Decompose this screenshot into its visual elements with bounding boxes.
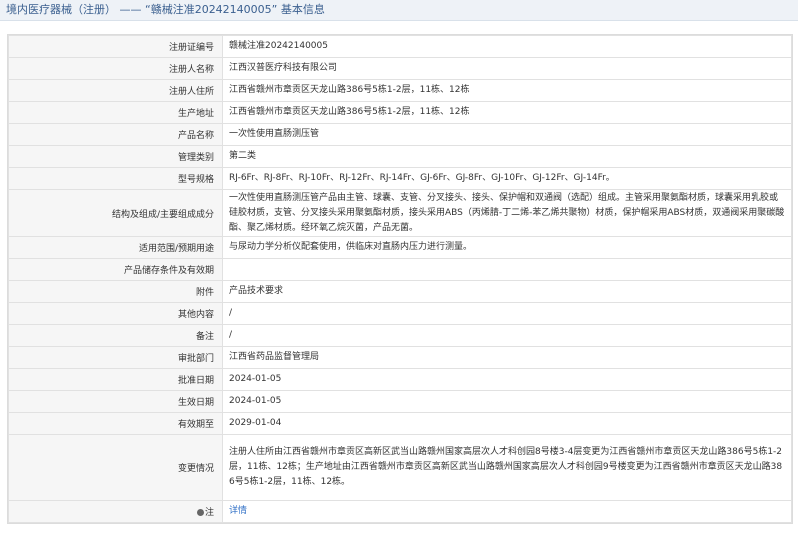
value-note: 详情: [222, 500, 792, 523]
label-registrant-address: 注册人住所: [8, 79, 223, 102]
value-change-history: 注册人住所由江西省赣州市章贡区高新区武当山路赣州国家高层次人才科创园8号楼3-4…: [222, 434, 792, 501]
row-effective-date: 生效日期 2024-01-05: [8, 390, 792, 413]
label-model-spec: 型号规格: [8, 167, 223, 190]
label-intended-use: 适用范围/预期用途: [8, 236, 223, 259]
label-storage-validity: 产品储存条件及有效期: [8, 258, 223, 281]
row-valid-until: 有效期至 2029-01-04: [8, 412, 792, 435]
row-product-name: 产品名称 一次性使用直肠测压管: [8, 123, 792, 146]
value-approval-date: 2024-01-05: [222, 368, 792, 391]
label-remarks: 备注: [8, 324, 223, 347]
info-table: 注册证编号 赣械注准20242140005 注册人名称 江西汉普医疗科技有限公司…: [8, 35, 792, 523]
page-title: 境内医疗器械（注册） —— “赣械注准20242140005” 基本信息: [6, 3, 325, 16]
row-structure-composition: 结构及组成/主要组成成分 一次性使用直肠测压管产品由主管、球囊、支管、分叉接头、…: [8, 189, 792, 237]
value-registration-number: 赣械注准20242140005: [222, 35, 792, 58]
label-valid-until: 有效期至: [8, 412, 223, 435]
value-approval-department: 江西省药品监督管理局: [222, 346, 792, 369]
value-remarks: /: [222, 324, 792, 347]
bell-icon: [196, 509, 204, 516]
value-management-category: 第二类: [222, 145, 792, 168]
row-storage-validity: 产品储存条件及有效期: [8, 258, 792, 281]
value-product-name: 一次性使用直肠测压管: [222, 123, 792, 146]
row-registration-number: 注册证编号 赣械注准20242140005: [8, 35, 792, 58]
page: 境内医疗器械（注册） —— “赣械注准20242140005” 基本信息 注册证…: [0, 0, 798, 534]
row-management-category: 管理类别 第二类: [8, 145, 792, 168]
value-storage-validity: [222, 258, 792, 281]
details-link[interactable]: 详情: [229, 506, 247, 516]
label-note: 注: [8, 500, 223, 523]
value-production-address: 江西省赣州市章贡区天龙山路386号5栋1-2层，11栋、12栋: [222, 101, 792, 124]
info-table-wrapper: 注册证编号 赣械注准20242140005 注册人名称 江西汉普医疗科技有限公司…: [7, 34, 793, 524]
value-other-content: /: [222, 302, 792, 325]
value-effective-date: 2024-01-05: [222, 390, 792, 413]
row-registrant-address: 注册人住所 江西省赣州市章贡区天龙山路386号5栋1-2层，11栋、12栋: [8, 79, 792, 102]
row-attachment: 附件 产品技术要求: [8, 280, 792, 303]
note-label: 注: [204, 508, 214, 518]
value-registrant-address: 江西省赣州市章贡区天龙山路386号5栋1-2层，11栋、12栋: [222, 79, 792, 102]
label-attachment: 附件: [8, 280, 223, 303]
value-valid-until: 2029-01-04: [222, 412, 792, 435]
label-effective-date: 生效日期: [8, 390, 223, 413]
label-approval-department: 审批部门: [8, 346, 223, 369]
row-model-spec: 型号规格 RJ-6Fr、RJ-8Fr、RJ-10Fr、RJ-12Fr、RJ-14…: [8, 167, 792, 190]
label-other-content: 其他内容: [8, 302, 223, 325]
value-intended-use: 与尿动力学分析仪配套使用，供临床对直肠内压力进行测量。: [222, 236, 792, 259]
label-production-address: 生产地址: [8, 101, 223, 124]
label-structure-composition: 结构及组成/主要组成成分: [8, 189, 223, 237]
header-bar: 境内医疗器械（注册） —— “赣械注准20242140005” 基本信息: [0, 0, 798, 21]
label-approval-date: 批准日期: [8, 368, 223, 391]
row-intended-use: 适用范围/预期用途 与尿动力学分析仪配套使用，供临床对直肠内压力进行测量。: [8, 236, 792, 259]
value-attachment: 产品技术要求: [222, 280, 792, 303]
label-management-category: 管理类别: [8, 145, 223, 168]
value-structure-composition: 一次性使用直肠测压管产品由主管、球囊、支管、分叉接头、接头、保护帽和双通阀（选配…: [222, 189, 792, 237]
label-registrant-name: 注册人名称: [8, 57, 223, 80]
row-remarks: 备注 /: [8, 324, 792, 347]
row-other-content: 其他内容 /: [8, 302, 792, 325]
row-note: 注 详情: [8, 500, 792, 523]
row-approval-department: 审批部门 江西省药品监督管理局: [8, 346, 792, 369]
row-change-history: 变更情况 注册人住所由江西省赣州市章贡区高新区武当山路赣州国家高层次人才科创园8…: [8, 434, 792, 501]
row-approval-date: 批准日期 2024-01-05: [8, 368, 792, 391]
label-change-history: 变更情况: [8, 434, 223, 501]
value-model-spec: RJ-6Fr、RJ-8Fr、RJ-10Fr、RJ-12Fr、RJ-14Fr、GJ…: [222, 167, 792, 190]
row-production-address: 生产地址 江西省赣州市章贡区天龙山路386号5栋1-2层，11栋、12栋: [8, 101, 792, 124]
row-registrant-name: 注册人名称 江西汉普医疗科技有限公司: [8, 57, 792, 80]
value-registrant-name: 江西汉普医疗科技有限公司: [222, 57, 792, 80]
label-product-name: 产品名称: [8, 123, 223, 146]
label-registration-number: 注册证编号: [8, 35, 223, 58]
